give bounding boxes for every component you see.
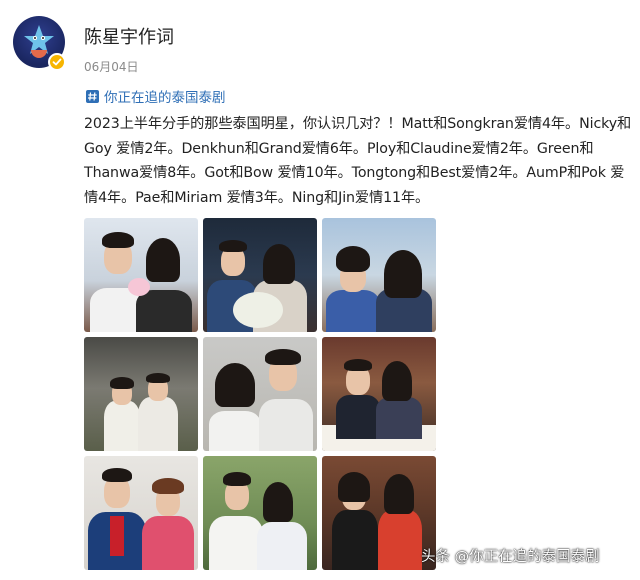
- source-watermark: 头条 @你正在追的泰国泰剧: [421, 549, 600, 565]
- verified-badge-icon: [48, 53, 66, 71]
- photo-9[interactable]: [322, 456, 436, 570]
- photo-1[interactable]: [84, 218, 198, 332]
- topic-label: 你正在追的泰国泰剧: [104, 90, 226, 106]
- topic-link[interactable]: 你正在追的泰国泰剧: [86, 87, 226, 106]
- photo-7[interactable]: [84, 456, 198, 570]
- username[interactable]: 陈星宇作词: [84, 23, 174, 49]
- post-text: 2023上半年分手的那些泰国明星，你认识几对？！Matt和Songkran爱情4…: [84, 116, 632, 206]
- post-header: 陈星宇作词 06月04日: [0, 0, 640, 84]
- photo-4[interactable]: [84, 337, 198, 451]
- avatar-mouth: [31, 50, 47, 58]
- photo-5[interactable]: [203, 337, 317, 451]
- post-date: 06月04日: [84, 60, 139, 74]
- photo-6[interactable]: [322, 337, 436, 451]
- photo-3[interactable]: [322, 218, 436, 332]
- photo-2[interactable]: [203, 218, 317, 332]
- topic-hash-icon: [86, 89, 99, 103]
- photo-8[interactable]: [203, 456, 317, 570]
